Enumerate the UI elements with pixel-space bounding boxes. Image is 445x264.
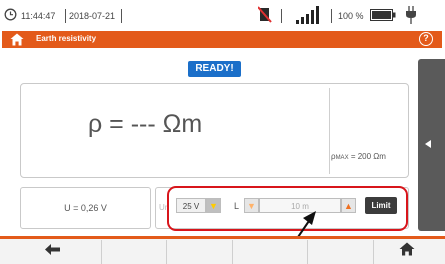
nav-separator bbox=[232, 240, 233, 264]
bottom-nav-bar bbox=[0, 236, 445, 264]
nav-separator bbox=[373, 240, 374, 264]
home-icon[interactable] bbox=[399, 242, 415, 256]
back-arrow-icon[interactable] bbox=[45, 244, 61, 255]
nav-separator bbox=[166, 240, 167, 264]
nav-separator bbox=[101, 240, 102, 264]
nav-separator bbox=[307, 240, 308, 264]
annotation-arrow bbox=[280, 211, 316, 263]
